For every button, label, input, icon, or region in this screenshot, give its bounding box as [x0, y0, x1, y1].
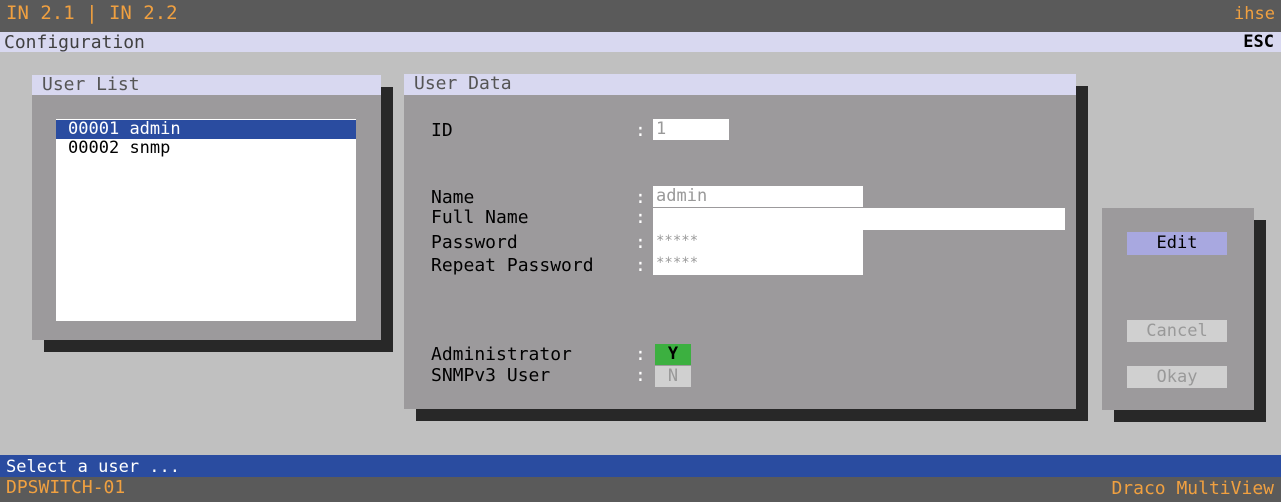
status-bar: Select a user ...	[0, 455, 1281, 477]
window-title: IN 2.1 | IN 2.2	[6, 2, 178, 24]
id-label: ID	[431, 120, 453, 141]
colon: :	[635, 344, 646, 365]
name-label: Name	[431, 187, 475, 208]
esc-button[interactable]: ESC	[1243, 33, 1274, 51]
brand-label: ihse	[1234, 4, 1275, 24]
password-label: Password	[431, 232, 518, 253]
user-data-panel: User Data ID : 1 Name : admin Full Name …	[404, 74, 1076, 409]
list-item[interactable]: 00002 snmp	[68, 139, 170, 158]
title-bar: IN 2.1 | IN 2.2 ihse	[0, 0, 1281, 32]
edit-button[interactable]: Edit	[1127, 232, 1227, 255]
name-field[interactable]: admin	[653, 186, 863, 207]
user-list-title: User List	[32, 75, 381, 95]
user-id: 00002	[68, 138, 120, 158]
footer-bar: DPSWITCH-01 Draco MultiView	[0, 477, 1281, 502]
actions-panel: Edit Cancel Okay	[1102, 208, 1254, 410]
password-field[interactable]: *****	[653, 230, 863, 252]
colon: :	[635, 120, 646, 141]
okay-button[interactable]: Okay	[1127, 366, 1227, 388]
device-name: DPSWITCH-01	[6, 477, 126, 498]
breadcrumb: Configuration	[4, 32, 145, 53]
repeat-password-label: Repeat Password	[431, 255, 594, 276]
fullname-field[interactable]	[653, 208, 1065, 230]
colon: :	[635, 255, 646, 276]
user-data-title: User Data	[404, 74, 1076, 95]
fullname-label: Full Name	[431, 207, 529, 228]
colon: :	[635, 232, 646, 253]
snmpv3-label: SNMPv3 User	[431, 365, 551, 386]
cancel-button[interactable]: Cancel	[1127, 320, 1227, 342]
administrator-toggle[interactable]: Y	[655, 344, 691, 365]
user-name: snmp	[129, 138, 171, 158]
user-id: 00001	[68, 119, 120, 139]
list-item[interactable]: 00001 admin	[56, 120, 356, 139]
user-name: admin	[129, 119, 181, 139]
repeat-password-field[interactable]: *****	[653, 252, 863, 275]
product-name: Draco MultiView	[1111, 478, 1274, 499]
status-message: Select a user ...	[6, 457, 180, 477]
colon: :	[635, 207, 646, 228]
snmpv3-toggle[interactable]: N	[655, 366, 691, 387]
colon: :	[635, 365, 646, 386]
administrator-label: Administrator	[431, 344, 572, 365]
colon: :	[635, 187, 646, 208]
id-field[interactable]: 1	[653, 119, 729, 140]
menu-bar: Configuration ESC	[0, 32, 1281, 53]
user-list-panel: User List 00001 admin 00002 snmp	[32, 75, 381, 340]
user-list[interactable]: 00001 admin 00002 snmp	[56, 119, 356, 321]
